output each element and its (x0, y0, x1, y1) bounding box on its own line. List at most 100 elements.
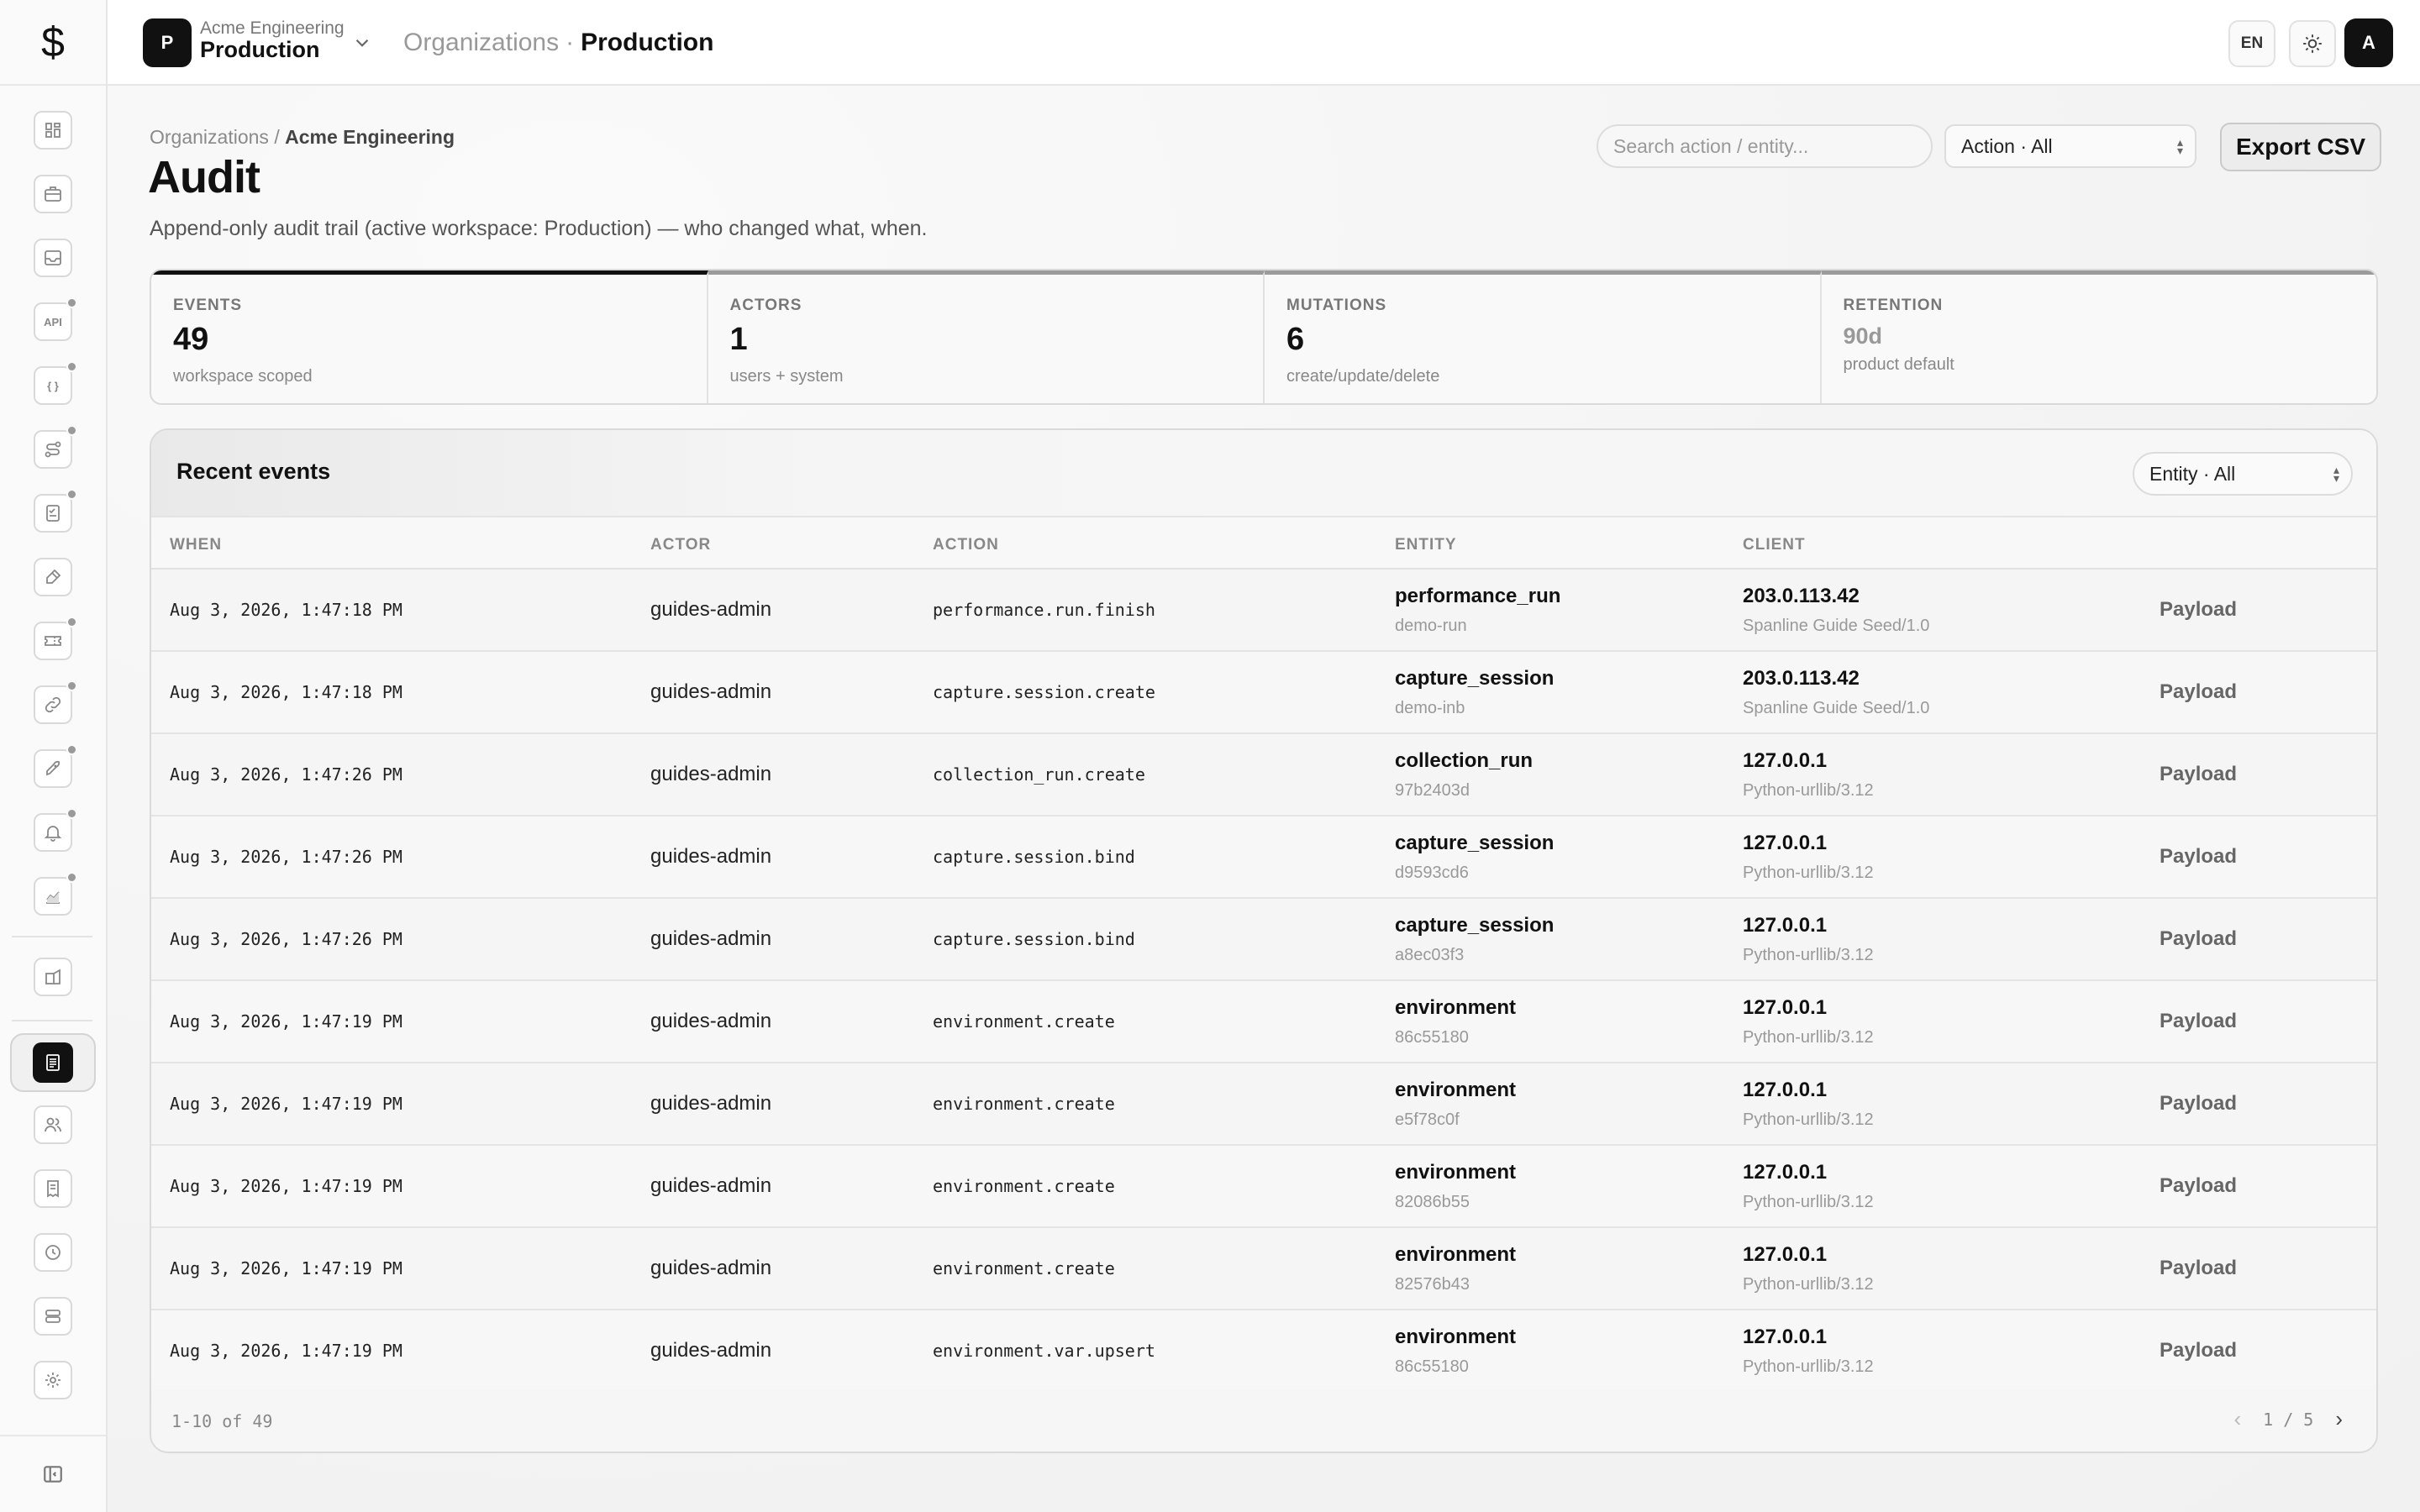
payload-button[interactable]: Payload (2160, 598, 2237, 622)
sidebar-item-chart[interactable] (34, 872, 77, 916)
breadcrumb-org-link[interactable]: Acme Engineering (285, 126, 455, 148)
table-row[interactable]: Aug 3, 2026, 1:47:19 PM guides-admin envir… (151, 1146, 2376, 1228)
chart-icon (46, 891, 60, 904)
table-row[interactable]: Aug 3, 2026, 1:47:26 PM guides-admin captu… (151, 816, 2376, 899)
cell-entity-type: environment (1395, 1326, 1517, 1348)
sidebar-collapse-button[interactable] (0, 1435, 106, 1512)
payload-button[interactable]: Payload (2160, 845, 2237, 869)
workspace-badge[interactable]: P (143, 18, 192, 67)
payload-button[interactable]: Payload (2160, 1257, 2237, 1280)
sidebar-item-braces[interactable]: { } (34, 361, 77, 405)
sidebar-item-api[interactable]: API (34, 297, 77, 341)
cell-entity-id: e5f78c0f (1395, 1110, 1460, 1129)
results-count: 1-10 of 49 (171, 1411, 273, 1431)
cell-actor: guides-admin (650, 845, 772, 868)
chevron-down-icon[interactable] (351, 32, 373, 54)
entity-filter-select[interactable]: Entity · All ▴ ▾ (2133, 452, 2353, 496)
notification-dot (66, 489, 77, 500)
sidebar-item-audit[interactable] (10, 1033, 96, 1092)
cell-when: Aug 3, 2026, 1:47:26 PM (170, 847, 402, 867)
select-chevron-icon: ▴ ▾ (2176, 135, 2183, 157)
table-row[interactable]: Aug 3, 2026, 1:47:19 PM guides-admin envir… (151, 1310, 2376, 1393)
payload-button[interactable]: Payload (2160, 1174, 2237, 1198)
stat-value: 90d (1843, 323, 1883, 349)
export-csv-button[interactable]: Export CSV (2220, 123, 2381, 171)
cell-client-agent: Python-urllib/3.12 (1743, 1275, 1874, 1294)
cell-client-agent: Python-urllib/3.12 (1743, 1110, 1874, 1129)
sidebar-item-dashboard[interactable] (34, 111, 72, 150)
sidebar-item-audit-active[interactable] (33, 1042, 73, 1083)
table-row[interactable]: Aug 3, 2026, 1:47:19 PM guides-admin envir… (151, 981, 2376, 1063)
cell-entity-id: a8ec03f3 (1395, 946, 1465, 964)
cell-client-agent: Spanline Guide Seed/1.0 (1743, 699, 1930, 717)
sidebar-item-link[interactable] (34, 680, 77, 724)
stat-value: 6 (1286, 322, 1305, 357)
cell-action: capture.session.bind (933, 929, 1135, 949)
cell-when: Aug 3, 2026, 1:47:19 PM (170, 1011, 402, 1032)
sidebar-item-rocket[interactable] (34, 744, 77, 788)
sidebar-item-route[interactable] (34, 425, 77, 469)
sidebar-item-users[interactable] (34, 1105, 72, 1144)
sidebar-item-inbox[interactable] (34, 239, 72, 277)
cell-entity-type: capture_session (1395, 914, 1555, 937)
stats-strip: EVENTS 49 workspace scoped ACTORS 1 users + s… (150, 269, 2378, 405)
breadcrumb-organizations-link[interactable]: Organizations (150, 126, 269, 148)
gear-icon (45, 1373, 60, 1388)
cell-entity-id: d9593cd6 (1395, 864, 1469, 882)
payload-button[interactable]: Payload (2160, 763, 2237, 786)
notification-dot (66, 617, 77, 627)
next-page-icon[interactable]: › (2335, 1406, 2343, 1432)
page-subtitle: Append-only audit trail (active workspac… (150, 217, 928, 240)
action-filter-select[interactable]: Action · All ▴ ▾ (1944, 124, 2196, 168)
bell-icon (44, 826, 62, 842)
pagination: ‹ 1 / 5 › (2233, 1406, 2343, 1432)
sidebar-item-checklist[interactable] (34, 489, 77, 533)
payload-button[interactable]: Payload (2160, 680, 2237, 704)
stat-label: MUTATIONS (1286, 297, 1387, 314)
page-indicator: 1 / 5 (2263, 1409, 2314, 1430)
theme-toggle-button[interactable] (2289, 20, 2336, 67)
app-logo[interactable]: $ (0, 0, 106, 86)
cell-client-ip: 127.0.0.1 (1743, 996, 1828, 1019)
cell-entity-type: collection_run (1395, 749, 1534, 772)
table-row[interactable]: Aug 3, 2026, 1:47:26 PM guides-admin colle… (151, 734, 2376, 816)
storage-icon (45, 1310, 60, 1323)
breadcrumb-organizations-link[interactable]: Organizations (403, 29, 559, 56)
search-input[interactable] (1597, 124, 1933, 168)
sidebar-item-gear[interactable] (34, 1361, 72, 1399)
payload-button[interactable]: Payload (2160, 1339, 2237, 1362)
payload-button[interactable]: Payload (2160, 927, 2237, 951)
user-avatar[interactable]: A (2344, 18, 2393, 67)
sidebar-item-briefcase[interactable] (34, 175, 72, 213)
sidebar-item-storage[interactable] (34, 1297, 72, 1336)
cell-entity-type: environment (1395, 996, 1517, 1019)
cell-actor: guides-admin (650, 598, 772, 621)
language-button[interactable]: EN (2228, 20, 2275, 67)
cell-client-ip: 203.0.113.42 (1743, 585, 1860, 607)
table-row[interactable]: Aug 3, 2026, 1:47:18 PM guides-admin perfo… (151, 570, 2376, 652)
sidebar-item-history[interactable] (34, 1233, 72, 1272)
prev-page-icon[interactable]: ‹ (2233, 1406, 2241, 1432)
table-row[interactable]: Aug 3, 2026, 1:47:19 PM guides-admin envir… (151, 1228, 2376, 1310)
sidebar-item-bell[interactable] (34, 808, 77, 852)
table-header: WHEN ACTOR ACTION ENTITY CLIENT (151, 517, 2376, 570)
table-row[interactable]: Aug 3, 2026, 1:47:26 PM guides-admin captu… (151, 899, 2376, 981)
cell-when: Aug 3, 2026, 1:47:19 PM (170, 1258, 402, 1278)
payload-button[interactable]: Payload (2160, 1010, 2237, 1033)
breadcrumb-separator: / (274, 126, 280, 148)
breadcrumb-current: Production (581, 29, 714, 56)
cell-actor: guides-admin (650, 763, 772, 785)
cell-actor: guides-admin (650, 1174, 772, 1197)
table-row[interactable]: Aug 3, 2026, 1:47:19 PM guides-admin envir… (151, 1063, 2376, 1146)
sidebar-item-brush[interactable] (34, 558, 72, 596)
sidebar-item-receipt[interactable] (34, 1169, 72, 1208)
stat-value: 49 (173, 322, 209, 357)
workspace-org: Acme Engineering (200, 18, 345, 38)
cell-actor: guides-admin (650, 680, 772, 703)
sidebar-item-ticket[interactable] (34, 617, 77, 660)
checklist-icon (46, 505, 60, 522)
workspace-name[interactable]: Production (200, 37, 320, 63)
payload-button[interactable]: Payload (2160, 1092, 2237, 1116)
table-row[interactable]: Aug 3, 2026, 1:47:18 PM guides-admin captu… (151, 652, 2376, 734)
sidebar-item-building[interactable] (34, 958, 72, 996)
